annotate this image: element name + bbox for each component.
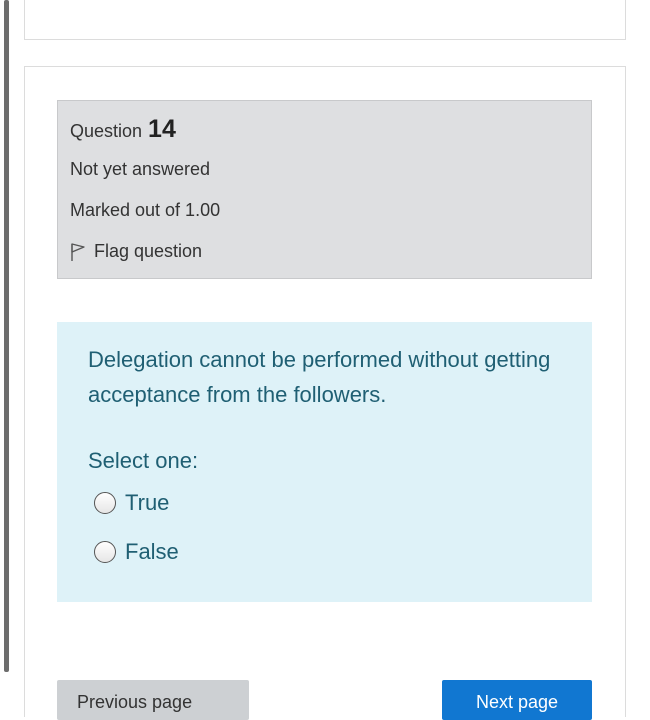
left-scroll-rule xyxy=(4,0,9,672)
radio-button[interactable] xyxy=(94,492,116,514)
previous-question-card xyxy=(24,0,626,40)
previous-page-button[interactable]: Previous page xyxy=(57,680,249,720)
question-number: 14 xyxy=(148,115,176,143)
question-state: Not yet answered xyxy=(70,159,211,179)
radio-button[interactable] xyxy=(94,541,116,563)
flag-question-label: Flag question xyxy=(94,241,203,261)
select-prompt: Select one: xyxy=(88,448,199,473)
flag-icon xyxy=(71,242,85,261)
question-content-box: Delegation cannot be performed without g… xyxy=(57,322,592,602)
question-text: Delegation cannot be performed without g… xyxy=(88,347,551,407)
answer-option-true[interactable]: True xyxy=(94,490,169,516)
next-page-button[interactable]: Next page xyxy=(442,680,592,720)
option-label: False xyxy=(125,539,179,564)
option-label: True xyxy=(125,490,170,515)
question-grade: Marked out of 1.00 xyxy=(70,200,221,220)
flag-question-link[interactable]: Flag question xyxy=(70,241,202,262)
answer-option-false[interactable]: False xyxy=(94,539,179,565)
question-number-line: Question 14 xyxy=(70,115,176,144)
question-label: Question xyxy=(70,121,143,141)
question-info-box: Question 14 Not yet answered Marked out o… xyxy=(57,100,592,279)
